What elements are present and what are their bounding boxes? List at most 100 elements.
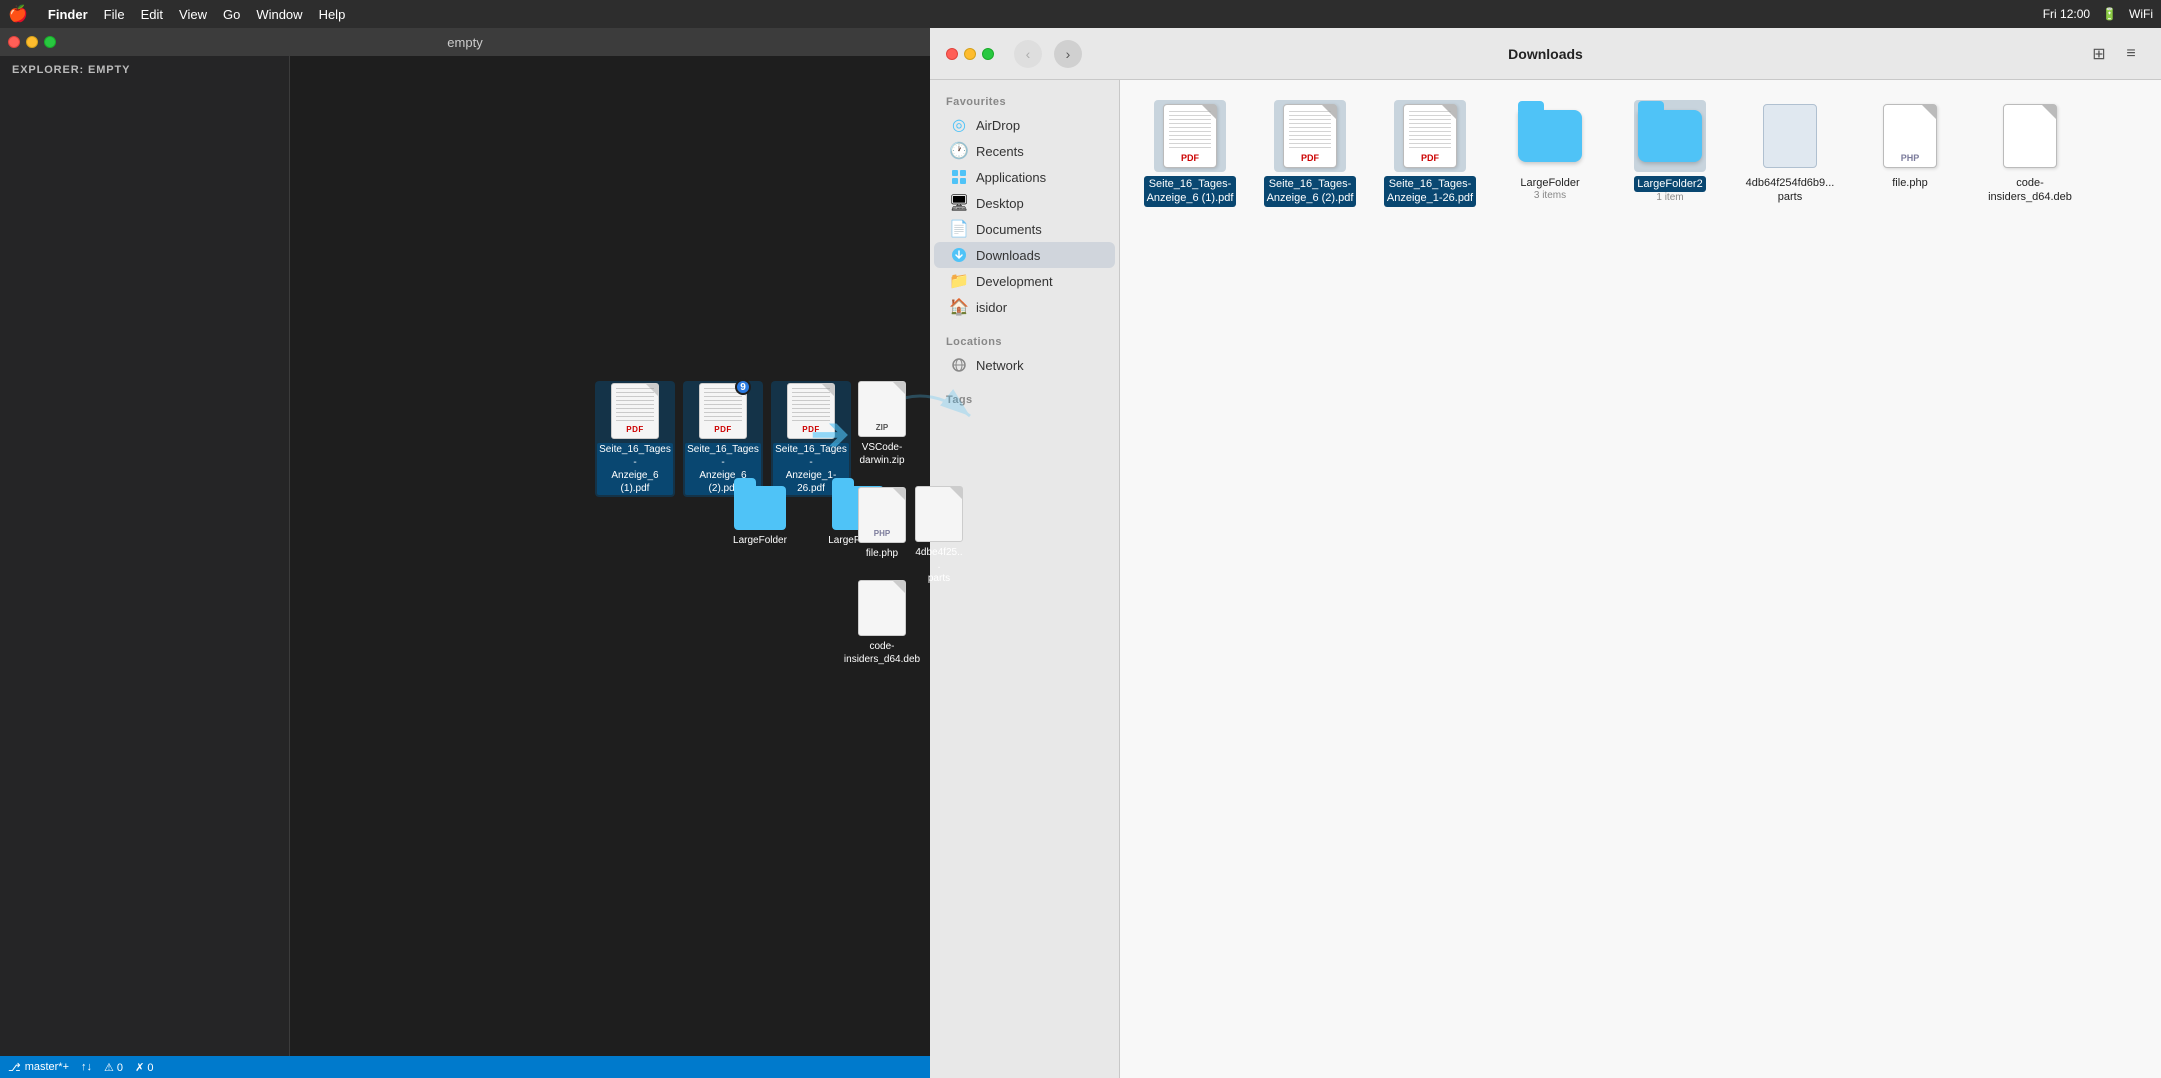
deb-icon <box>858 580 906 636</box>
maximize-button[interactable] <box>44 36 56 48</box>
menubar-view[interactable]: View <box>179 7 207 22</box>
sidebar-item-recents[interactable]: 🕐 Recents <box>934 138 1115 164</box>
finder-file-pdf3[interactable]: PDF Seite_16_Tages-Anzeige_1-26.pdf <box>1380 100 1480 207</box>
finder-file-label-partial: 4db64f254fd6b9...parts <box>1746 176 1835 205</box>
documents-icon: 📄 <box>950 220 968 238</box>
finder-folder-icon-1 <box>1518 110 1582 162</box>
right-edge-files: ZIP VSCode-darwin.zip PHP file.php code-… <box>842 381 922 666</box>
finder-file-label-php: file.php <box>1892 176 1927 190</box>
menubar-go[interactable]: Go <box>223 7 240 22</box>
isidor-icon: 🏠 <box>950 298 968 316</box>
finder-pdf-icon-3: PDF <box>1403 104 1457 168</box>
finder-folder-icon-wrap-1 <box>1514 100 1586 172</box>
warnings-count[interactable]: ⚠ 0 <box>104 1061 123 1074</box>
drag-file-1[interactable]: PDF Seite_16_Tages-Anzeige_6 (1).pdf <box>595 381 675 497</box>
menubar-clock: Fri 12:00 <box>2043 7 2090 21</box>
php-file-label: file.php <box>866 547 898 560</box>
favourites-label: Favourites <box>930 88 1119 112</box>
finder-file-label-deb: code-insiders_d64.deb <box>1980 176 2080 205</box>
menubar-edit[interactable]: Edit <box>141 7 163 22</box>
finder-file-pdf2[interactable]: PDF Seite_16_Tages-Anzeige_6 (2).pdf <box>1260 100 1360 207</box>
sidebar-label-isidor: isidor <box>976 300 1007 315</box>
finder-close-button[interactable] <box>946 48 958 60</box>
finder-body: Favourites ◎ AirDrop 🕐 Recents <box>930 80 2161 1078</box>
recents-icon: 🕐 <box>950 142 968 160</box>
finder-partial-icon <box>1763 104 1817 168</box>
vscode-titlebar: empty <box>0 28 930 56</box>
menubar-battery: 🔋 <box>2102 7 2117 21</box>
sidebar-item-desktop[interactable]: 🖥 Desktop <box>934 190 1115 216</box>
sidebar-item-development[interactable]: 📁 Development <box>934 268 1115 294</box>
finder-list-view-button[interactable]: ≡ <box>2117 40 2145 68</box>
finder-file-label-largefolder: LargeFolder <box>1520 176 1579 190</box>
finder-file-largefolder[interactable]: LargeFolder 3 items <box>1500 100 1600 207</box>
sidebar-label-airdrop: AirDrop <box>976 118 1020 133</box>
finder-grid-view-button[interactable]: ⊞ <box>2085 40 2113 68</box>
sidebar-label-documents: Documents <box>976 222 1042 237</box>
development-icon: 📁 <box>950 272 968 290</box>
vscode-traffic-lights <box>8 36 56 48</box>
applications-icon <box>950 168 968 186</box>
finder-partial-icon-wrap <box>1754 100 1826 172</box>
sidebar-item-documents[interactable]: 📄 Documents <box>934 216 1115 242</box>
finder-traffic-lights <box>946 48 994 60</box>
finder-file-deb[interactable]: code-insiders_d64.deb <box>1980 100 2080 207</box>
sidebar-item-isidor[interactable]: 🏠 isidor <box>934 294 1115 320</box>
sidebar-item-applications[interactable]: Applications <box>934 164 1115 190</box>
close-button[interactable] <box>8 36 20 48</box>
locations-label: Locations <box>930 328 1119 352</box>
git-branch[interactable]: ⎇ master*+ <box>8 1061 69 1074</box>
menubar-window[interactable]: Window <box>256 7 302 22</box>
finder-minimize-button[interactable] <box>964 48 976 60</box>
finder-pdf-icon-wrap-3: PDF <box>1394 100 1466 172</box>
finder-file-pdf1[interactable]: PDF Seite_16_Tages-Anzeige_6 (1).pdf <box>1140 100 1240 207</box>
sync-status[interactable]: ↑↓ <box>81 1061 92 1073</box>
explorer-header: EXPLORER: EMPTY <box>0 56 289 84</box>
finder-file-largefolder2[interactable]: LargeFolder2 1 item <box>1620 100 1720 207</box>
finder-pdf-icon-wrap-2: PDF <box>1274 100 1346 172</box>
finder-pdf-icon-2: PDF <box>1283 104 1337 168</box>
finder-content[interactable]: PDF Seite_16_Tages-Anzeige_6 (1).pdf PDF <box>1120 80 2161 1078</box>
finder-folder-icon-wrap-2 <box>1634 100 1706 172</box>
finder-pdf-icon-wrap-1: PDF <box>1154 100 1226 172</box>
finder-window-title: Downloads <box>1508 46 1583 62</box>
menubar-file[interactable]: File <box>104 7 125 22</box>
errors-count[interactable]: ✗ 0 <box>135 1061 153 1074</box>
finder-forward-button[interactable]: › <box>1054 40 1082 68</box>
explorer-sidebar: EXPLORER: EMPTY <box>0 56 290 1056</box>
menubar-help[interactable]: Help <box>319 7 346 22</box>
sidebar-label-development: Development <box>976 274 1053 289</box>
finder-file-grid: PDF Seite_16_Tages-Anzeige_6 (1).pdf PDF <box>1140 100 2141 207</box>
drag-file-label-1: Seite_16_Tages-Anzeige_6 (1).pdf <box>597 443 673 495</box>
menubar-finder[interactable]: Finder <box>48 7 88 22</box>
finder-maximize-button[interactable] <box>982 48 994 60</box>
finder-file-php[interactable]: PHP file.php <box>1860 100 1960 207</box>
main-content: empty EXPLORER: EMPTY <box>0 28 2161 1078</box>
php-file-item[interactable]: PHP file.php <box>842 487 922 560</box>
finder-file-label-pdf2: Seite_16_Tages-Anzeige_6 (2).pdf <box>1264 176 1357 207</box>
large-folder-1[interactable]: LargeFolder <box>720 486 800 547</box>
sidebar-item-downloads[interactable]: Downloads <box>934 242 1115 268</box>
desktop-icon: 🖥 <box>950 194 968 212</box>
editor-area[interactable]: PDF Seite_16_Tages-Anzeige_6 (1).pdf PDF <box>290 56 930 1056</box>
finder-back-button[interactable]: ‹ <box>1014 40 1042 68</box>
sidebar-label-desktop: Desktop <box>976 196 1024 211</box>
zip-file-item[interactable]: ZIP VSCode-darwin.zip <box>842 381 922 467</box>
minimize-button[interactable] <box>26 36 38 48</box>
finder-pdf-icon-1: PDF <box>1163 104 1217 168</box>
zip-file-label: VSCode-darwin.zip <box>859 441 904 467</box>
partial-file-item[interactable]: 4dbe4f25...parts <box>915 486 963 585</box>
php-icon: PHP <box>858 487 906 543</box>
partial-file-label: 4dbe4f25...parts <box>915 546 963 585</box>
sidebar-label-applications: Applications <box>976 170 1046 185</box>
apple-menu-icon[interactable]: 🍎 <box>8 4 28 24</box>
file-badge: 9 <box>735 379 751 395</box>
finder-toolbar: ‹ › Downloads ⊞ ≡ <box>930 28 2161 80</box>
finder-file-partial[interactable]: 4db64f254fd6b9...parts <box>1740 100 1840 207</box>
sidebar-item-airdrop[interactable]: ◎ AirDrop <box>934 112 1115 138</box>
vscode-window-title: empty <box>447 35 482 50</box>
zip-icon: ZIP <box>858 381 906 437</box>
deb-file-item[interactable]: code-insiders_d64.deb <box>842 580 922 666</box>
finder-deb-icon-wrap <box>1994 100 2066 172</box>
finder-php-icon-wrap: PHP <box>1874 100 1946 172</box>
